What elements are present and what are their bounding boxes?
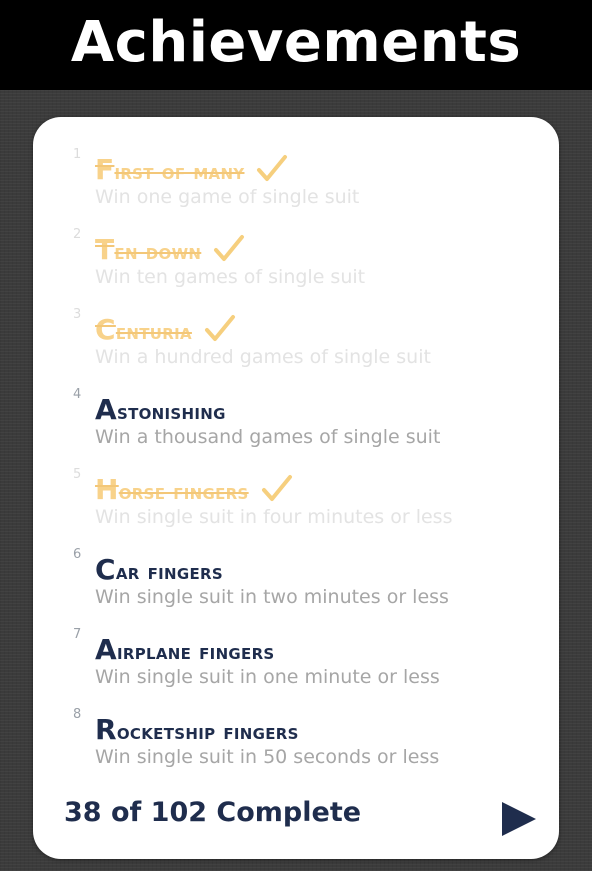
achievement-item-1: 1 First of many Win one game of single s… xyxy=(33,147,559,227)
achievement-number: 8 xyxy=(73,707,82,722)
achievement-number: 3 xyxy=(73,307,82,322)
achievement-description: Win one game of single suit xyxy=(95,186,360,208)
achievement-title: Rocketship fingers xyxy=(95,712,299,746)
checkmark-icon xyxy=(204,314,236,344)
achievement-item-7: 7 Airplane fingers Win single suit in on… xyxy=(33,627,559,707)
next-page-button[interactable] xyxy=(499,799,539,839)
achievements-card: 1 First of many Win one game of single s… xyxy=(33,117,559,859)
achievement-description: Win a hundred games of single suit xyxy=(95,346,431,368)
achievement-number: 1 xyxy=(73,147,82,162)
achievement-description: Win single suit in two minutes or less xyxy=(95,586,449,608)
achievement-item-2: 2 Ten down Win ten games of single suit xyxy=(33,227,559,307)
checkmark-icon xyxy=(261,474,293,504)
header-bar: Achievements xyxy=(0,0,592,90)
achievement-number: 4 xyxy=(73,387,82,402)
play-triangle-icon xyxy=(502,802,536,836)
achievement-number: 2 xyxy=(73,227,82,242)
achievement-description: Win a thousand games of single suit xyxy=(95,426,441,448)
achievement-description: Win single suit in one minute or less xyxy=(95,666,440,688)
achievement-title: Horse fingers xyxy=(95,472,249,506)
achievement-item-5: 5 Horse fingers Win single suit in four … xyxy=(33,467,559,547)
achievement-title: Airplane fingers xyxy=(95,632,275,666)
achievement-title: Astonishing xyxy=(95,392,226,426)
checkmark-icon xyxy=(213,234,245,264)
achievement-number: 6 xyxy=(73,547,82,562)
achievement-item-8: 8 Rocketship fingers Win single suit in … xyxy=(33,707,559,787)
achievement-description: Win single suit in four minutes or less xyxy=(95,506,453,528)
achievement-title: Centuria xyxy=(95,312,192,346)
achievement-title: Car fingers xyxy=(95,552,223,586)
checkmark-icon xyxy=(256,154,288,184)
achievement-item-6: 6 Car fingers Win single suit in two min… xyxy=(33,547,559,627)
page-title: Achievements xyxy=(70,9,522,75)
achievement-item-3: 3 Centuria Win a hundred games of single… xyxy=(33,307,559,387)
achievement-number: 7 xyxy=(73,627,82,642)
achievement-item-4: 4 Astonishing Win a thousand games of si… xyxy=(33,387,559,467)
achievement-number: 5 xyxy=(73,467,82,482)
achievement-description: Win single suit in 50 seconds or less xyxy=(95,746,440,768)
progress-summary: 38 of 102 Complete xyxy=(64,797,362,828)
achievement-description: Win ten games of single suit xyxy=(95,266,366,288)
achievement-title: First of many xyxy=(95,152,245,186)
achievement-title: Ten down xyxy=(95,232,202,266)
